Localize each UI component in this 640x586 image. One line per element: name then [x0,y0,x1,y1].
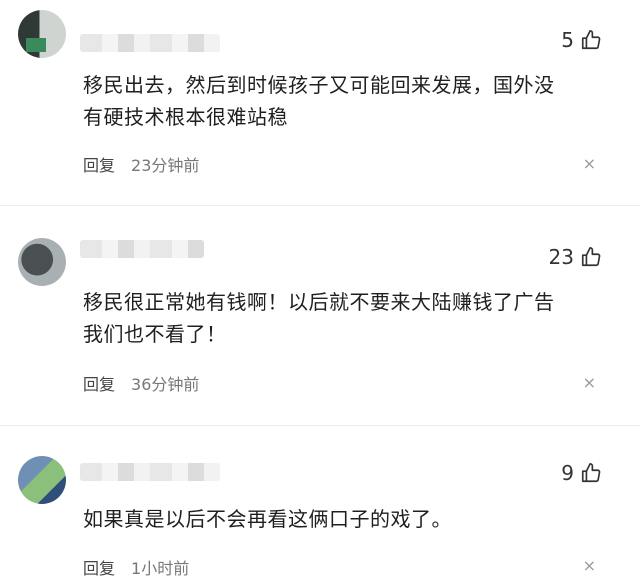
thumbs-up-icon [581,247,601,267]
avatar[interactable] [18,456,66,504]
thumbs-up-icon [581,463,601,483]
comment-meta: 回复 36分钟前 [83,371,199,395]
like-button[interactable]: 23 [549,245,602,269]
comment-text-line: 我们也不看了！ [83,322,227,346]
close-icon[interactable]: × [583,154,596,173]
comment-text: 移民很正常她有钱啊！以后就不要来大陆赚钱了广告 我们也不看了！ [83,286,603,350]
username-blurred[interactable] [80,34,220,52]
timestamp: 1小时前 [131,559,190,578]
thumbs-up-icon [581,30,601,50]
like-count: 5 [561,28,574,52]
divider [0,425,640,426]
comment-text-line: 如果真是以后不会再看这俩口子的戏了。 [83,507,452,531]
divider [0,205,640,206]
comment-text: 如果真是以后不会再看这俩口子的戏了。 [83,503,603,535]
reply-button[interactable]: 回复 [83,555,115,579]
username-blurred[interactable] [80,240,204,258]
like-count: 9 [561,461,574,485]
comment-meta: 回复 1小时前 [83,555,189,579]
timestamp: 36分钟前 [131,375,200,394]
comment-text-line: 有硬技术根本很难站稳 [83,105,288,129]
avatar[interactable] [18,10,66,58]
comment-text-line: 移民很正常她有钱啊！以后就不要来大陆赚钱了广告 [83,290,555,314]
avatar[interactable] [18,238,66,286]
like-count: 23 [548,245,574,269]
close-icon[interactable]: × [583,373,596,392]
username-blurred[interactable] [80,463,220,481]
reply-button[interactable]: 回复 [83,371,115,395]
comment-text: 移民出去，然后到时候孩子又可能回来发展，国外没 有硬技术根本很难站稳 [83,69,603,133]
comment-meta: 回复 23分钟前 [83,152,199,176]
timestamp: 23分钟前 [131,156,200,175]
like-button[interactable]: 9 [561,461,602,485]
comment-text-line: 移民出去，然后到时候孩子又可能回来发展，国外没 [83,73,555,97]
like-button[interactable]: 5 [561,28,602,52]
close-icon[interactable]: × [583,556,596,575]
reply-button[interactable]: 回复 [83,152,115,176]
